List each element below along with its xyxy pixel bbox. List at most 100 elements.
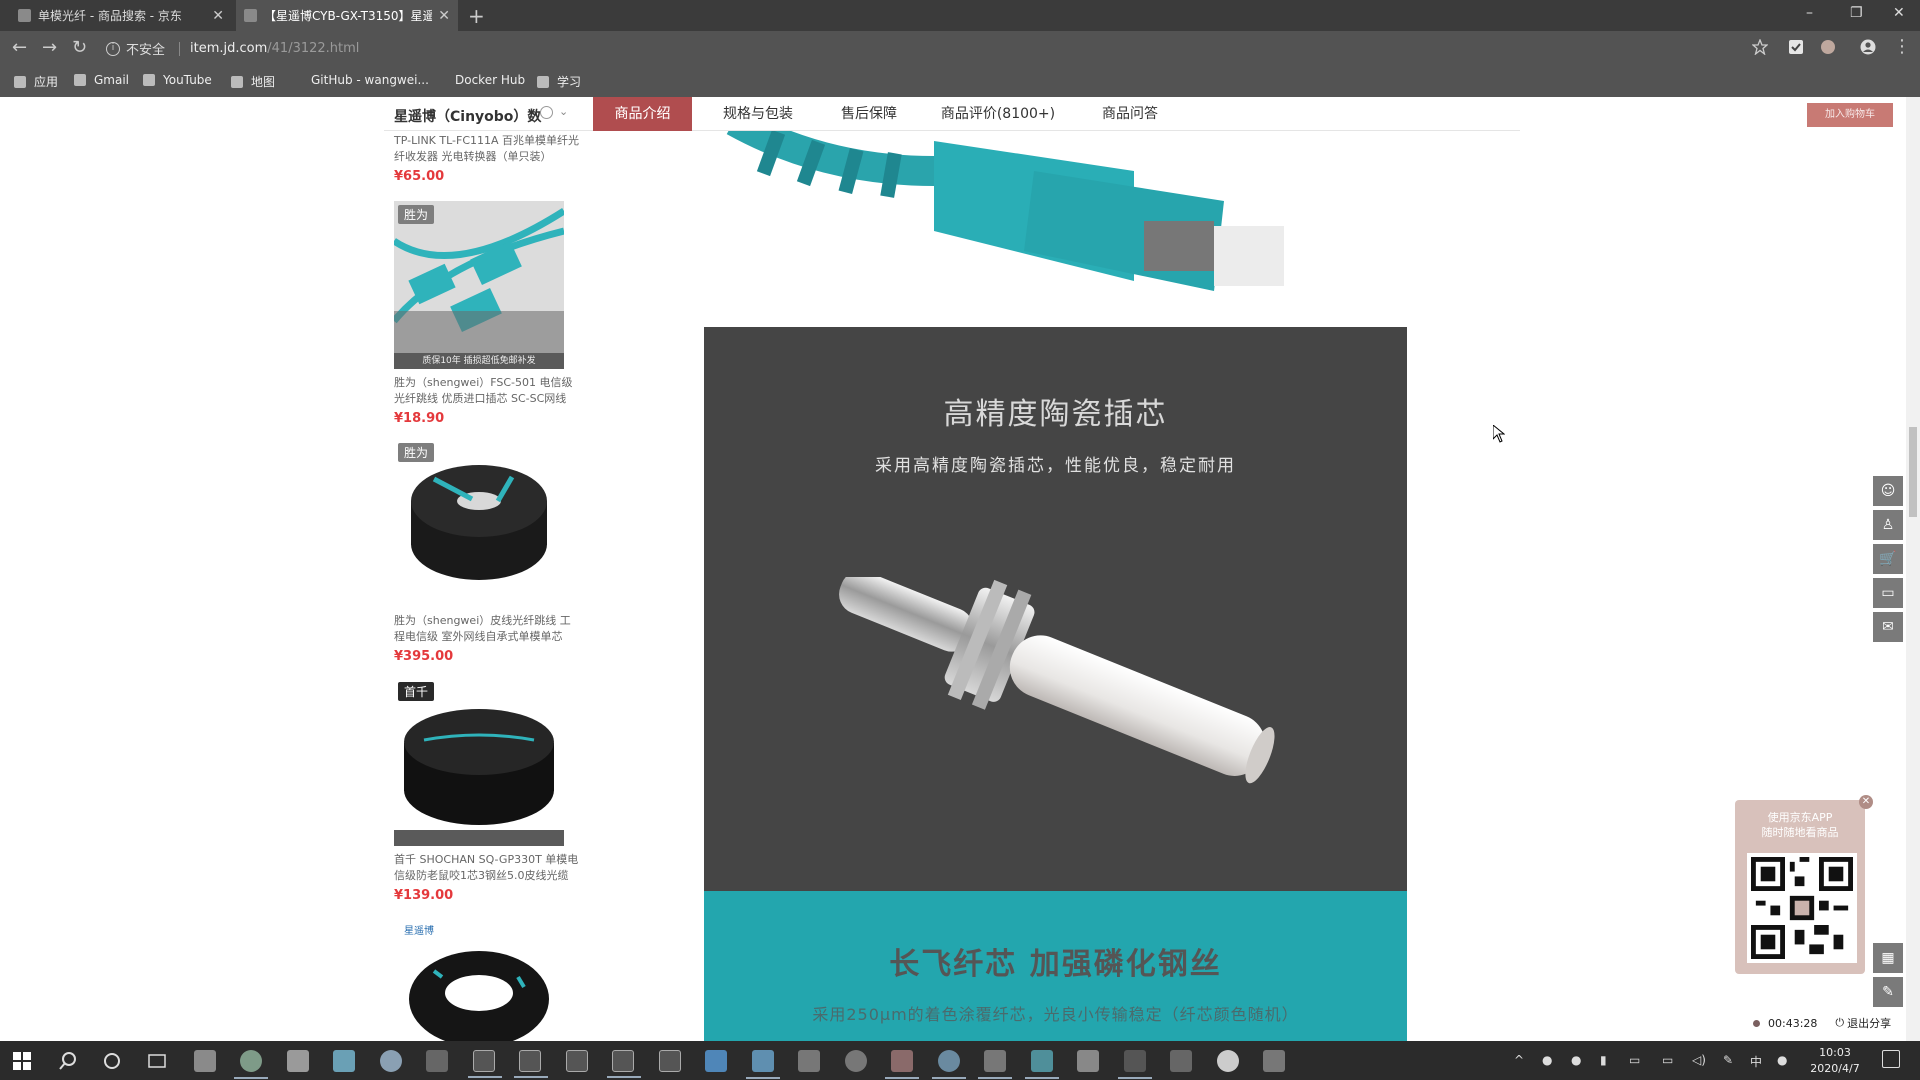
tray-app-icon[interactable]: ● (1777, 1053, 1787, 1067)
search-icon[interactable] (57, 1050, 79, 1072)
chrome-icon[interactable] (234, 1050, 268, 1079)
ide-icon[interactable] (514, 1050, 548, 1078)
mail-icon[interactable] (333, 1050, 355, 1072)
extension-circle-icon[interactable] (1820, 39, 1836, 55)
list-item[interactable]: 星遥博 (394, 917, 580, 1041)
app-icon[interactable] (1217, 1050, 1239, 1072)
cortana-icon[interactable] (101, 1050, 123, 1072)
chevron-up-icon[interactable]: ^ (1514, 1053, 1524, 1067)
menu-kebab-icon[interactable]: ⋮ (1893, 36, 1911, 57)
reload-icon[interactable]: ↻ (72, 37, 87, 58)
xshell-icon[interactable] (1118, 1050, 1152, 1079)
exit-share-button[interactable]: ⏻ 退出分享 (1835, 1015, 1891, 1031)
product-image[interactable]: 首千 (394, 678, 564, 846)
app-icon[interactable] (845, 1050, 867, 1072)
product-image[interactable]: 星遥博 (394, 917, 564, 1041)
product-title[interactable]: 胜为（shengwei）FSC-501 电信级光纤跳线 优质进口插芯 SC-SC… (394, 375, 580, 407)
app-icon[interactable] (798, 1050, 820, 1072)
browser-tab-search[interactable]: 单模光纤 - 商品搜索 - 京东 ✕ (10, 0, 232, 31)
bookmark-dockerhub[interactable]: Docker Hub (455, 73, 525, 87)
chevron-down-icon[interactable]: ⌄ (559, 105, 568, 118)
product-image[interactable]: 胜为 (394, 439, 564, 607)
forward-arrow-icon[interactable]: → (42, 37, 57, 58)
phpstorm-icon[interactable] (659, 1050, 681, 1072)
back-arrow-icon[interactable]: ← (12, 37, 27, 58)
close-tab-icon[interactable]: ✕ (212, 8, 224, 24)
datagrip-icon[interactable] (468, 1050, 502, 1078)
tray-app-icon[interactable]: ▮ (1600, 1053, 1607, 1067)
list-item[interactable]: 首千 首千 SHOCHAN SQ-GP330T 单模电信级防老鼠咬1芯3钢丝5.… (394, 678, 580, 903)
windows-start-icon[interactable] (13, 1052, 31, 1070)
battery-icon[interactable]: ▭ (1629, 1053, 1640, 1067)
tray-app-icon[interactable]: ● (1571, 1053, 1581, 1067)
info-icon[interactable]: i (106, 41, 120, 56)
compare-icon[interactable]: ▭ (1873, 578, 1903, 608)
app-icon[interactable] (885, 1050, 919, 1079)
minimize-button[interactable]: – (1806, 5, 1813, 21)
ime-icon[interactable]: 中 (1750, 1053, 1762, 1070)
bookmark-maps[interactable]: 地图 (231, 73, 275, 90)
vscode-icon[interactable] (705, 1050, 727, 1072)
panel-title: 高精度陶瓷插芯 (943, 397, 1168, 432)
product-price: ¥395.00 (394, 649, 454, 664)
app-icon[interactable] (1263, 1050, 1285, 1072)
taskbar-clock[interactable]: 10:03 2020/4/7 (1806, 1045, 1864, 1077)
network-icon[interactable]: ▭ (1662, 1053, 1673, 1067)
brand-badge: 胜为 (398, 205, 435, 224)
page-scrollbar[interactable] (1906, 97, 1920, 1041)
cart-icon[interactable]: 🛒 (1873, 544, 1903, 574)
browser-tab-product[interactable]: 【星遥博CYB-GX-T3150】星遥 ✕ (236, 0, 458, 31)
store-icon[interactable] (287, 1050, 309, 1072)
app-icon[interactable] (932, 1050, 966, 1079)
profile-avatar-icon[interactable] (1860, 39, 1876, 55)
message-icon[interactable]: ✉ (1873, 612, 1903, 642)
pycharm-icon[interactable] (607, 1050, 641, 1078)
scrollbar-thumb[interactable] (1909, 427, 1917, 517)
extension-icon[interactable] (1788, 39, 1804, 55)
list-item[interactable]: 胜为 胜为（shengwei）皮线光纤跳线 工程电信级 室外网线自承式单模单芯 … (394, 439, 580, 664)
bookmark-gmail[interactable]: Gmail (74, 73, 129, 87)
customer-service-icon[interactable]: ☺ (1873, 476, 1903, 506)
notification-center-icon[interactable] (1882, 1050, 1900, 1068)
file-explorer-icon[interactable] (194, 1050, 216, 1072)
address-bar[interactable]: i 不安全 item.jd.com/41/3122.html (106, 36, 1746, 61)
tray-app-icon[interactable]: ● (1542, 1053, 1552, 1067)
task-view-icon[interactable] (146, 1050, 168, 1072)
bookmark-github[interactable]: GitHub - wangwei... (311, 73, 429, 87)
bookmark-youtube[interactable]: YouTube (143, 73, 212, 87)
app-icon[interactable] (426, 1050, 448, 1072)
new-tab-button[interactable]: + (468, 4, 485, 28)
add-to-cart-button[interactable]: 加入购物车 (1807, 103, 1893, 127)
shop-name[interactable]: 星遥博（Cinyobo）数 (394, 106, 541, 126)
bookmark-apps[interactable]: 应用 (14, 73, 58, 90)
close-window-button[interactable]: ✕ (1893, 5, 1905, 21)
browser-app-icon[interactable] (380, 1050, 402, 1072)
list-item[interactable]: 胜为 质保10年 插损超低免邮补发 胜为（shengwei）FSC-501 电信… (391, 201, 580, 426)
goland-icon[interactable] (566, 1050, 588, 1072)
apps-grid-icon (14, 75, 26, 88)
app-icon[interactable] (1170, 1050, 1192, 1072)
close-icon[interactable]: ✕ (1859, 795, 1873, 809)
grid-icon[interactable]: ▦ (1873, 943, 1903, 973)
product-title[interactable]: TP-LINK TL-FC111A 百兆单模单纤光纤收发器 光电转换器（单只装） (394, 133, 580, 165)
app-icon[interactable] (1025, 1050, 1059, 1079)
app-icon[interactable] (1077, 1050, 1099, 1072)
folder-icon (537, 75, 549, 88)
product-title[interactable]: 首千 SHOCHAN SQ-GP330T 单模电信级防老鼠咬1芯3钢丝5.0皮线… (394, 852, 580, 884)
volume-icon[interactable]: ◁) (1692, 1053, 1706, 1067)
product-title[interactable]: 胜为（shengwei）皮线光纤跳线 工程电信级 室外网线自承式单模单芯 (394, 613, 580, 645)
restore-button[interactable]: ❐ (1850, 5, 1863, 21)
remote-desktop-icon[interactable] (746, 1050, 780, 1079)
list-item[interactable]: TP-LINK TL-FC111A 百兆单模单纤光纤收发器 光电转换器（单只装）… (394, 133, 580, 184)
onenote-icon[interactable] (978, 1050, 1012, 1079)
user-icon[interactable]: ♙ (1873, 510, 1903, 540)
star-bookmark-icon[interactable] (1752, 39, 1768, 55)
close-tab-icon[interactable]: ✕ (438, 8, 450, 24)
pen-icon[interactable]: ✎ (1723, 1053, 1733, 1067)
feedback-edit-icon[interactable]: ✎ (1873, 977, 1903, 1007)
clock-time: 10:03 (1819, 1046, 1851, 1059)
bookmark-study[interactable]: 学习 (537, 73, 581, 90)
chat-service-icon[interactable] (540, 106, 553, 119)
tab-product-intro[interactable]: 商品介绍 (593, 97, 692, 131)
product-image[interactable]: 胜为 质保10年 插损超低免邮补发 (391, 201, 566, 369)
